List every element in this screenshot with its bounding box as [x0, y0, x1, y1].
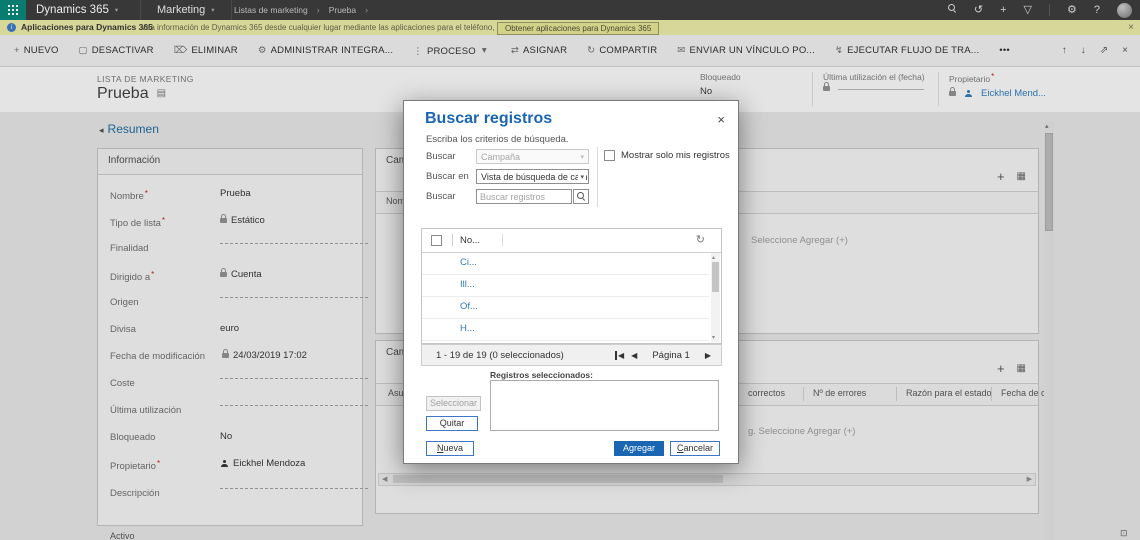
- first-page-icon[interactable]: ◀: [615, 351, 624, 360]
- column-divider: [452, 234, 453, 246]
- view-select[interactable]: Vista de búsqueda de camp▾: [476, 169, 589, 184]
- add-button[interactable]: Agregar: [614, 441, 664, 456]
- refresh-icon[interactable]: ↻: [696, 233, 705, 246]
- look-in-label: Buscar en: [426, 171, 469, 182]
- search-label: Buscar: [426, 191, 456, 202]
- show-only-mine-checkbox[interactable]: [604, 150, 615, 161]
- page-number-label: Página 1: [652, 350, 690, 361]
- look-for-label: Buscar: [426, 151, 456, 162]
- search-button[interactable]: [573, 189, 589, 204]
- grid-header-row: No... ↻: [422, 229, 721, 253]
- show-only-mine-label: Mostrar solo mis registros: [621, 150, 730, 161]
- scroll-down-icon[interactable]: ▾: [712, 334, 715, 341]
- column-divider: [502, 234, 503, 246]
- scrollbar-thumb[interactable]: [712, 262, 719, 292]
- lookup-records-dialog: Buscar registros × Escriba los criterios…: [403, 100, 739, 464]
- search-input[interactable]: [476, 189, 572, 204]
- select-all-checkbox[interactable]: [431, 235, 442, 246]
- magnifier-glyph: [577, 192, 586, 201]
- app-window: Dynamics 365▾ Marketing▾ Listas de marke…: [0, 0, 1140, 540]
- grid-row[interactable]: Ci...: [422, 252, 709, 275]
- grid-row[interactable]: H...: [422, 318, 709, 341]
- grid-status-bar: 1 - 19 de 19 (0 seleccionados) ◀ ◀ Págin…: [421, 344, 722, 366]
- select-button: Seleccionar: [426, 396, 481, 411]
- show-only-mine-row: Mostrar solo mis registros: [604, 150, 730, 161]
- remove-button[interactable]: Quitar: [426, 416, 478, 431]
- cancel-button[interactable]: Cancelar: [670, 441, 720, 456]
- entity-type-select: Campaña▾: [476, 149, 589, 164]
- selected-records-label: Registros seleccionados:: [490, 370, 593, 380]
- new-button[interactable]: Nueva: [426, 441, 474, 456]
- grid-scrollbar[interactable]: ▴ ▾: [711, 253, 720, 342]
- dialog-subtitle: Escriba los criterios de búsqueda.: [426, 134, 569, 145]
- dialog-close-icon[interactable]: ×: [717, 112, 725, 127]
- results-grid: No... ↻ Ci... Ill... Of... H... ▴ ▾: [421, 228, 722, 344]
- chevron-down-icon: ▾: [578, 150, 586, 164]
- previous-page-icon[interactable]: ◀: [631, 351, 637, 360]
- selected-records-box[interactable]: [490, 380, 719, 431]
- pager: ◀ ◀ Página 1 ▶: [615, 350, 711, 361]
- dialog-title: Buscar registros: [425, 110, 552, 128]
- next-page-icon[interactable]: ▶: [705, 351, 711, 360]
- grid-row[interactable]: Of...: [422, 296, 709, 319]
- chevron-down-icon: ▾: [578, 170, 586, 184]
- column-header-name[interactable]: No...: [460, 235, 480, 246]
- grid-row[interactable]: Ill...: [422, 274, 709, 297]
- scroll-up-icon[interactable]: ▴: [712, 254, 715, 261]
- record-count-label: 1 - 19 de 19 (0 seleccionados): [436, 350, 615, 361]
- divider: [597, 147, 598, 207]
